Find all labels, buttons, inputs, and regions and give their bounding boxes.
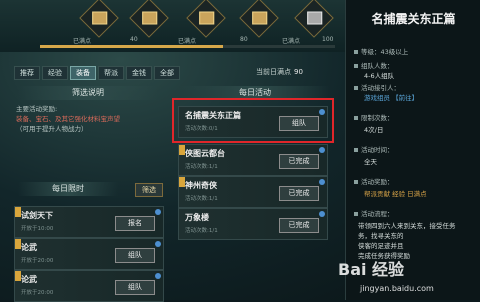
activity-card[interactable]: 神州奇侠 活动次数:1/1 已完成 — [178, 176, 328, 208]
completed-button[interactable]: 已完成 — [279, 154, 319, 169]
detail-count-row: 限制次数： — [354, 112, 394, 122]
detail-label: 活动奖励： — [361, 178, 394, 186]
bullet-icon — [354, 86, 358, 90]
activity-card[interactable]: 论武 开放于20:00 组队 — [14, 270, 164, 302]
reward-chest-icon[interactable] — [294, 0, 334, 38]
activity-title: 万象楼 — [185, 213, 209, 222]
points-value: 90 — [294, 68, 303, 76]
info-badge-icon — [319, 179, 325, 185]
activity-title: 试剑天下 — [21, 211, 53, 220]
completed-button[interactable]: 已完成 — [279, 218, 319, 233]
detail-team-row: 组队人数： — [354, 60, 394, 70]
activity-title: 神州奇侠 — [185, 181, 217, 190]
detail-reward-value: 帮派贡献 经验 日满点 — [364, 188, 427, 198]
bullet-icon — [354, 64, 358, 68]
bullet-icon — [354, 50, 358, 54]
detail-npc-link[interactable]: 游戏组员 【前往】 — [364, 92, 418, 102]
watermark-url: jingyan.baidu.com — [360, 284, 434, 293]
reward-tick: 40 — [130, 36, 138, 43]
detail-label: 活动接引人： — [361, 84, 400, 92]
bullet-icon — [354, 116, 358, 120]
detail-label: 限制次数： — [361, 114, 394, 122]
tab-exp[interactable]: 经验 — [42, 66, 68, 80]
bullet-icon — [354, 148, 358, 152]
reward-chest-icon[interactable] — [239, 0, 279, 38]
reward-tick: 80 — [240, 36, 248, 43]
detail-time-row: 活动时间： — [354, 144, 394, 154]
tab-guild[interactable]: 帮派 — [98, 66, 124, 80]
info-badge-icon — [155, 209, 161, 215]
tab-equipment[interactable]: 装备 — [70, 66, 96, 80]
info-badge-icon — [155, 241, 161, 247]
detail-label: 活动流程： — [361, 210, 394, 218]
desc-line: 主要活动奖励: — [16, 105, 58, 113]
activity-card[interactable]: 论武 开放于20:00 组队 — [14, 238, 164, 270]
category-tabs: 推荐 经验 装备 帮派 金钱 全部 — [14, 66, 180, 80]
detail-value: 43级以上 — [380, 48, 409, 56]
info-badge-icon — [155, 273, 161, 279]
activity-sub: 活动次数:1/1 — [185, 164, 218, 170]
reward-chest-icon[interactable] — [186, 0, 226, 38]
activity-sub: 活动次数:1/1 — [185, 196, 218, 202]
activity-title: 论武 — [21, 275, 37, 284]
info-badge-icon — [319, 147, 325, 153]
progress-track — [40, 45, 335, 48]
activity-sub: 开放于20:00 — [21, 290, 54, 296]
detail-label: 组队人数： — [361, 62, 394, 70]
detail-title: 名捕震关东正篇 — [371, 12, 456, 26]
detail-flow-row: 活动流程： — [354, 208, 394, 218]
detail-reward-row: 活动奖励： — [354, 176, 394, 186]
points-label: 当前日满点 — [256, 68, 291, 76]
activity-card[interactable]: 侠图云都台 活动次数:1/1 已完成 — [178, 144, 328, 176]
desc-line: 装备、宝石、及其它强化材料宝声望 — [16, 115, 120, 123]
completed-button[interactable]: 已完成 — [279, 186, 319, 201]
progress-fill — [40, 45, 223, 48]
flow-line: 侠客的足迹并且 — [358, 242, 404, 250]
team-button[interactable]: 组队 — [115, 280, 155, 295]
activity-card[interactable]: 试剑天下 开放于10:00 报名 — [14, 206, 164, 238]
reward-progress-bar: 已满点 40 已满点 80 已满点 100 — [0, 0, 345, 52]
bullet-icon — [354, 180, 358, 184]
reward-chest-icon[interactable] — [79, 0, 119, 38]
detail-level-row: 等级：43级以上 — [354, 46, 408, 56]
filter-title: 筛选说明 — [18, 86, 158, 100]
tab-money[interactable]: 金钱 — [126, 66, 152, 80]
activity-detail-panel: 名捕震关东正篇 等级：43级以上 组队人数： 4-6人组队 活动接引人： 游戏组… — [345, 0, 480, 300]
watermark-logo: Bai 经验 — [338, 260, 405, 279]
filter-description: 主要活动奖励: 装备、宝石、及其它强化材料宝声望 （可用于提升人物战力） — [16, 104, 154, 134]
reward-tick: 已满点 — [282, 38, 301, 45]
bullet-icon — [354, 212, 358, 216]
signup-button[interactable]: 报名 — [115, 216, 155, 231]
desc-line: （可用于提升人物战力） — [16, 125, 88, 133]
activity-title: 论武 — [21, 243, 37, 252]
activity-sub: 开放于20:00 — [21, 258, 54, 264]
detail-value: 4次/日 — [364, 126, 384, 134]
reward-tick: 已满点 — [178, 38, 197, 45]
detail-value: 全天 — [364, 158, 377, 166]
activity-sub: 活动次数:1/1 — [185, 228, 218, 234]
activity-title: 侠图云都台 — [185, 149, 225, 158]
activity-card[interactable]: 万象楼 活动次数:1/1 已完成 — [178, 208, 328, 240]
reward-tick: 已满点 — [73, 38, 92, 45]
reward-tick: 100 — [322, 36, 334, 43]
daily-limit-title: 每日限时 — [18, 182, 118, 196]
detail-npc-row: 活动接引人： — [354, 82, 400, 92]
reward-chest-icon[interactable] — [129, 0, 169, 38]
flow-line: 务，找寻关东的 — [358, 232, 404, 240]
info-badge-icon — [319, 211, 325, 217]
flow-line: 带领四到六人来到关东，接受任务 — [358, 222, 456, 230]
filter-button[interactable]: 筛选 — [135, 183, 163, 197]
highlight-box — [172, 98, 334, 143]
detail-label: 等级： — [361, 48, 381, 56]
reward-text: 帮派贡献 经验 日满点 — [364, 190, 427, 198]
current-points: 当前日满点 90 — [256, 67, 303, 77]
tab-all[interactable]: 全部 — [154, 66, 180, 80]
activity-sub: 开放于10:00 — [21, 226, 54, 232]
detail-label: 活动时间： — [361, 146, 394, 154]
tab-recommend[interactable]: 推荐 — [14, 66, 40, 80]
detail-value: 4-6人组队 — [364, 72, 395, 80]
team-button[interactable]: 组队 — [115, 248, 155, 263]
npc-link[interactable]: 游戏组员 【前往】 — [364, 94, 418, 102]
